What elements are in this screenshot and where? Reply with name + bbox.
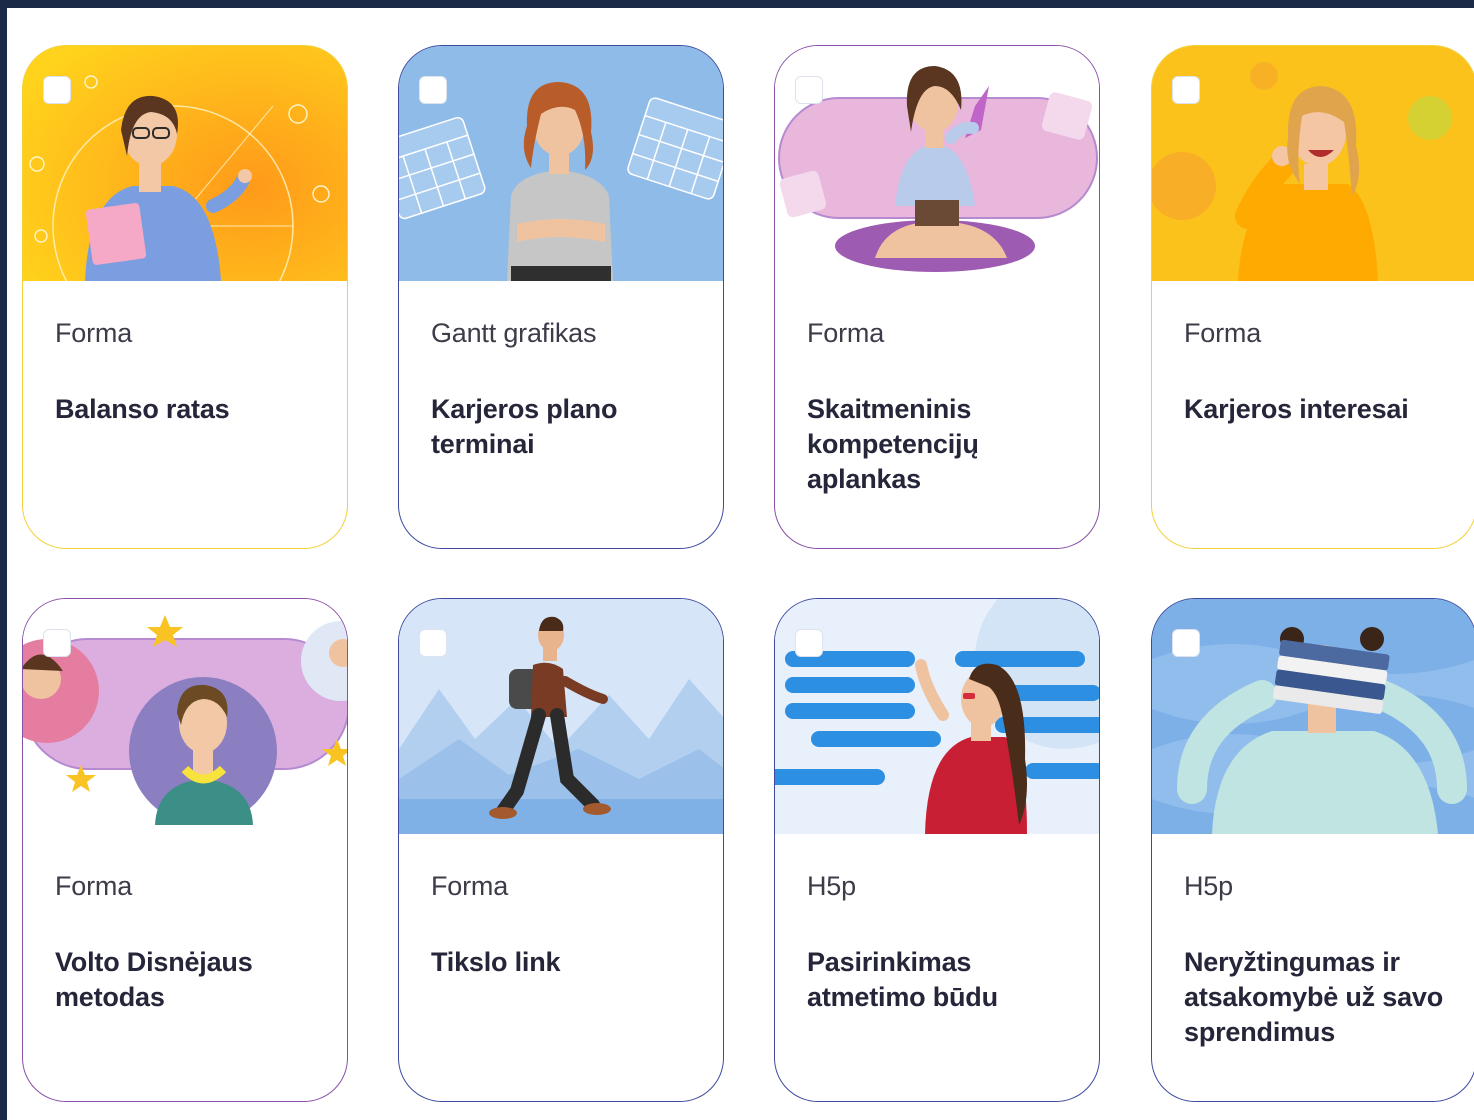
card-title[interactable]: Tikslo link	[431, 945, 701, 980]
card-type-label: Forma	[431, 871, 509, 901]
select-checkbox[interactable]	[1172, 629, 1200, 657]
activity-card-karjeros-interesai[interactable]: Forma Karjeros interesai	[1151, 45, 1474, 549]
activity-card-neryztingumas[interactable]: H5p Neryžtingumas ir atsakomybė už savo …	[1151, 598, 1474, 1102]
card-type-label: Gantt grafikas	[431, 318, 597, 348]
card-title[interactable]: Balanso ratas	[55, 392, 325, 427]
card-title[interactable]: Karjeros plano terminai	[431, 392, 701, 462]
card-image	[23, 599, 347, 834]
activity-card-skaitmeninis-kompetenciju-aplankas[interactable]: Forma Skaitmeninis kompetencijų aplankas	[774, 45, 1100, 549]
card-image	[1152, 599, 1474, 834]
select-checkbox[interactable]	[43, 629, 71, 657]
activity-card-tikslo-link[interactable]: Forma Tikslo link	[398, 598, 724, 1102]
card-type-label: H5p	[1184, 871, 1233, 901]
card-image	[775, 599, 1099, 834]
activity-card-pasirinkimas-atmetimo-budu[interactable]: H5p Pasirinkimas atmetimo būdu	[774, 598, 1100, 1102]
card-title[interactable]: Skaitmeninis kompetencijų aplankas	[807, 392, 1077, 497]
card-type-label: Forma	[807, 318, 885, 348]
activity-card-karjeros-plano-terminai[interactable]: Gantt grafikas Karjeros plano terminai	[398, 45, 724, 549]
select-checkbox[interactable]	[795, 629, 823, 657]
card-title[interactable]: Pasirinkimas atmetimo būdu	[807, 945, 1077, 1015]
select-checkbox[interactable]	[419, 76, 447, 104]
card-image	[399, 599, 723, 834]
activity-card-balanso-ratas[interactable]: Forma Balanso ratas	[22, 45, 348, 549]
card-image	[399, 46, 723, 281]
card-type-label: Forma	[1184, 318, 1262, 348]
select-checkbox[interactable]	[43, 76, 71, 104]
card-image	[1152, 46, 1474, 281]
activity-card-volto-disnejaus-metodas[interactable]: Forma Volto Disnėjaus metodas	[22, 598, 348, 1102]
card-title[interactable]: Neryžtingumas ir atsakomybė už savo spre…	[1184, 945, 1454, 1050]
card-grid: Forma Balanso ratas Gantt grafikas Karje…	[7, 8, 1474, 1120]
select-checkbox[interactable]	[419, 629, 447, 657]
card-image	[23, 46, 347, 281]
card-title[interactable]: Volto Disnėjaus metodas	[55, 945, 325, 1015]
card-type-label: H5p	[807, 871, 856, 901]
card-type-label: Forma	[55, 318, 133, 348]
select-checkbox[interactable]	[795, 76, 823, 104]
card-type-label: Forma	[55, 871, 133, 901]
card-title[interactable]: Karjeros interesai	[1184, 392, 1454, 427]
card-image	[775, 46, 1099, 281]
select-checkbox[interactable]	[1172, 76, 1200, 104]
